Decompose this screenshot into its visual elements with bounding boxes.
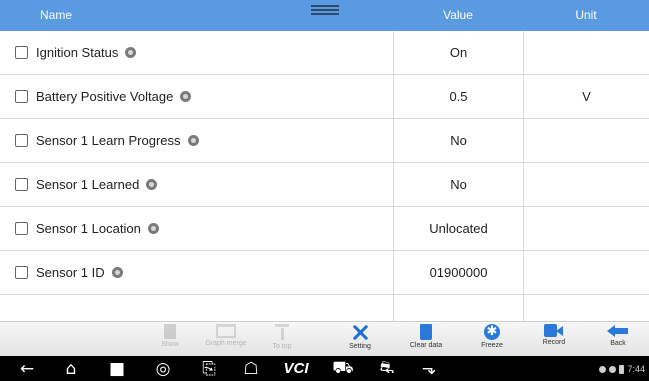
graph-merge-button[interactable]: Graph merge [198,324,254,356]
home-icon[interactable]: ⌂ [58,358,84,379]
chrome-icon[interactable]: ◎ [150,358,176,379]
vci-label: VCI [283,360,309,377]
to-top-button[interactable]: To top [254,324,310,356]
setting-icon [350,324,370,341]
vci-status[interactable]: VCI [276,358,316,379]
record-button[interactable]: Record [526,324,582,356]
row-unit [523,295,649,321]
setting-button[interactable]: Setting [332,324,388,356]
table-row[interactable]: Sensor 1 Learned No [0,163,649,207]
info-icon[interactable] [180,91,192,102]
row-name-cell: Ignition Status [0,31,393,74]
freeze-icon [484,323,500,341]
row-checkbox[interactable] [15,90,28,103]
setting-label: Setting [349,343,371,350]
info-icon[interactable] [111,267,123,278]
row-label: Sensor 1 ID [36,265,105,280]
clear-data-label: Clear data [409,342,443,349]
house-icon[interactable]: ☖ [238,358,264,379]
row-label: Battery Positive Voltage [36,89,174,104]
table-row[interactable]: Sensor 1 Location Unlocated [0,207,649,251]
row-unit [523,31,649,74]
row-value: No [393,163,523,206]
show-label: Show [161,341,179,348]
car-service-icon[interactable]: ⛐ [374,358,400,379]
row-name-cell: Battery Positive Voltage [0,75,393,118]
usb-icon[interactable]: ⬎ [416,358,442,379]
info-icon[interactable] [146,179,158,190]
row-value: On [393,31,523,74]
row-value: 0.5 [393,75,523,118]
row-name-cell: Sensor 1 ID [0,251,393,294]
row-checkbox[interactable] [15,222,28,235]
system-navigation-bar: ← ⌂ ■ ◎ ⎘ ☖ VCI ⛟ ⛐ ⬎ 7:44 [0,356,649,381]
row-unit [523,163,649,206]
table-row[interactable]: Ignition Status On [0,31,649,75]
table-row[interactable]: Battery Positive Voltage 0.5 V [0,75,649,119]
row-label: Sensor 1 Location [36,221,141,236]
wifi-icon [609,365,617,373]
to-top-icon [275,324,289,341]
row-checkbox[interactable] [15,266,28,279]
record-icon [544,324,564,337]
column-header-value: Value [443,8,473,22]
info-icon[interactable] [147,223,159,234]
drag-handle-icon[interactable] [311,5,339,17]
status-area: 7:44 [599,362,645,376]
row-unit [523,119,649,162]
row-unit [523,207,649,250]
record-label: Record [542,339,566,346]
row-name-cell: Sensor 1 Location [0,207,393,250]
info-icon[interactable] [187,135,199,146]
row-checkbox[interactable] [15,134,28,147]
row-value: 01900000 [393,251,523,294]
row-name-cell: Sensor 1 Learn Progress [0,119,393,162]
row-value: No [393,119,523,162]
notification-icon [599,365,607,373]
column-header-unit: Unit [575,8,597,22]
row-label: Sensor 1 Learn Progress [36,133,181,148]
data-stream-list[interactable]: Ignition Status On Battery Positive Volt… [0,31,649,321]
back-label: Back [610,340,626,347]
screen-cast-icon[interactable]: ⎘ [196,358,222,379]
freeze-button[interactable]: Freeze [464,323,520,356]
row-name-cell: Sensor 1 Learned [0,163,393,206]
row-label: Sensor 1 Learned [36,177,140,192]
row-checkbox[interactable] [15,46,28,59]
row-value: Unlocated [393,207,523,250]
row-unit [523,251,649,294]
info-icon[interactable] [125,47,137,58]
recent-apps-icon[interactable]: ■ [104,358,130,379]
row-unit: V [523,75,649,118]
table-row[interactable]: Sensor 1 Learn Progress No [0,119,649,163]
back-button[interactable]: Back [590,324,646,356]
row-value [393,295,523,321]
table-header: Name Value Unit [0,0,649,31]
row-checkbox[interactable] [15,178,28,191]
row-label: Ignition Status [36,45,119,60]
graph-merge-icon [216,324,236,338]
function-toolbar: Show Graph merge To top Setting Clear da… [0,321,649,356]
back-icon [607,324,629,338]
table-row-partial[interactable] [0,295,649,321]
clear-data-icon [420,324,432,340]
clock: 7:44 [627,364,645,374]
table-row[interactable]: Sensor 1 ID 01900000 [0,251,649,295]
battery-icon [619,364,625,374]
freeze-label: Freeze [481,342,503,349]
clear-data-button[interactable]: Clear data [398,324,454,356]
show-icon [164,324,176,339]
car-icon[interactable]: ⛟ [330,358,356,379]
nav-back-icon[interactable]: ← [14,358,40,379]
to-top-label: To top [272,343,292,350]
show-button[interactable]: Show [142,324,198,356]
column-header-name: Name [40,8,73,22]
graph-merge-label: Graph merge [205,340,247,347]
